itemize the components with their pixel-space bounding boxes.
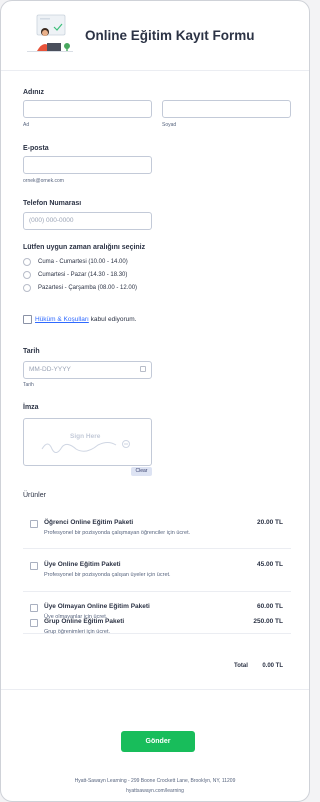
timeslot-option-3[interactable]: Pazartesi - Çarşamba (08.00 - 12.00) (23, 284, 137, 292)
timeslot-option-label: Cumartesi - Pazar (14.30 - 18.30) (38, 272, 128, 278)
first-name-sublabel: Ad (23, 122, 30, 128)
footer-address: Hyatt-Sawayn Learning - 299 Boone Crocke… (74, 778, 236, 784)
product-checkbox-3[interactable] (30, 604, 38, 612)
product-price-2: 45.00 TL (256, 561, 283, 568)
signature-label: İmza (23, 404, 39, 411)
timeslot-option-label: Pazartesi - Çarşamba (08.00 - 12.00) (38, 285, 138, 291)
calendar-icon[interactable] (140, 366, 146, 372)
timeslot-label: Lütfen uygun zaman aralığını seçiniz (23, 244, 146, 251)
signature-scribble-icon (41, 440, 130, 453)
hero-illustration (27, 14, 73, 52)
submit-button[interactable]: Gönder (121, 731, 195, 752)
product-desc-2: Profesyonel bir pozisyonda çalışan üyele… (44, 572, 171, 578)
timeslot-option-1[interactable]: Cuma - Cumartesi (10.00 - 14.00) (23, 258, 128, 266)
date-input[interactable]: MM-DD-YYYY (23, 361, 152, 379)
phone-label: Telefon Numarası (23, 200, 82, 207)
signature-pad[interactable]: Sign Here (23, 418, 152, 466)
timeslot-option-2[interactable]: Cumartesi - Pazar (14.30 - 18.30) (23, 271, 127, 279)
product-checkbox-1[interactable] (30, 520, 38, 528)
email-input[interactable] (23, 156, 152, 174)
phone-input[interactable]: (000) 000-0000 (23, 212, 152, 230)
terms-checkbox[interactable] (23, 315, 32, 324)
email-label: E-posta (23, 145, 49, 152)
product-desc-1: Profesyonel bir pozisyonda çalışmayan öğ… (44, 530, 191, 536)
product-desc-4: Grup öğrenimleri için ücret. (44, 629, 111, 635)
last-name-input[interactable] (162, 100, 291, 118)
product-checkbox-2[interactable] (30, 562, 38, 570)
total-label: Total (234, 663, 248, 669)
product-name-4: Grup Online Eğitim Paketi (44, 618, 125, 625)
first-name-input[interactable] (23, 100, 152, 118)
page-title: Online Eğitim Kayıt Formu (85, 28, 255, 43)
product-price-4: 250.00 TL (253, 618, 283, 625)
terms-suffix: kabul ediyorum. (88, 316, 137, 323)
last-name-sublabel: Soyad (162, 122, 177, 128)
product-price-1: 20.00 TL (256, 519, 283, 526)
product-name-1: Öğrenci Online Eğitim Paketi (44, 519, 134, 526)
product-name-3: Üye Olmayan Online Eğitim Paketi (44, 603, 150, 610)
terms-text: Hüküm & Koşulları kabul ediyorum. (35, 316, 137, 323)
radio-icon[interactable] (23, 284, 31, 292)
form-card: Online Eğitim Kayıt Formu Adınız Ad Soya… (0, 0, 310, 802)
radio-icon[interactable] (23, 271, 31, 279)
footer-url[interactable]: hyattsawayn.com/learning (1, 788, 309, 794)
total-value: 0.00 TL (262, 663, 283, 669)
product-divider (23, 591, 291, 592)
name-label: Adınız (23, 89, 44, 96)
radio-icon[interactable] (23, 258, 31, 266)
product-price-3: 60.00 TL (256, 603, 283, 610)
email-hint: ornek@ornek.com (23, 178, 64, 184)
form-header: Online Eğitim Kayıt Formu (1, 1, 309, 71)
product-name-2: Üye Online Eğitim Paketi (44, 561, 121, 568)
products-label: Ürünler (23, 492, 46, 499)
product-checkbox-4[interactable] (30, 619, 38, 627)
terms-link[interactable]: Hüküm & Koşulları (35, 316, 89, 323)
signature-clear-button[interactable]: Clear (131, 467, 152, 476)
date-label: Tarih (23, 348, 40, 355)
product-divider (23, 548, 291, 549)
timeslot-option-label: Cuma - Cumartesi (10.00 - 14.00) (38, 259, 128, 265)
submit-divider (1, 689, 309, 690)
date-sublabel: Tarih (23, 382, 34, 388)
